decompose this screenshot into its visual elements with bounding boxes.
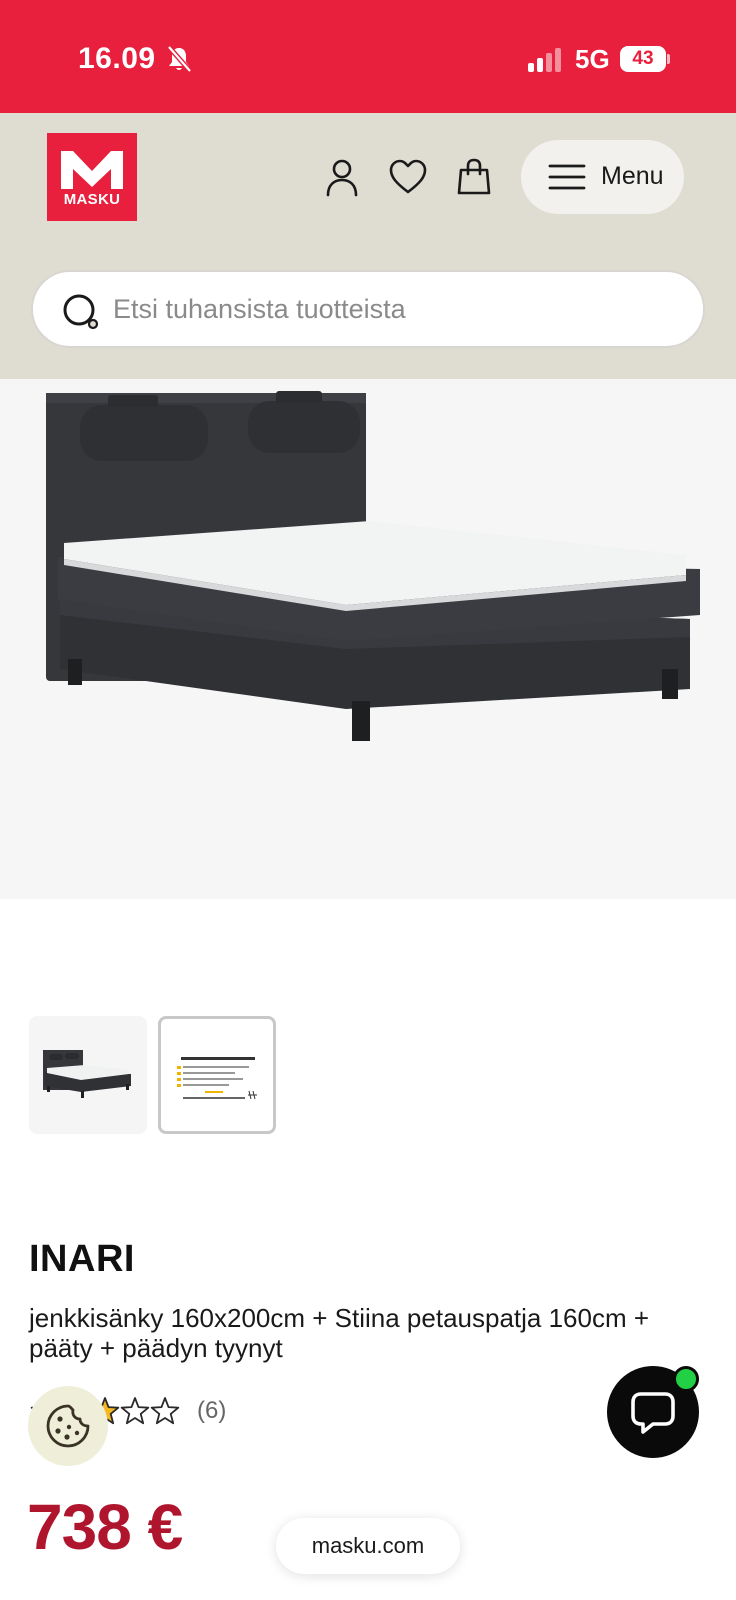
logo-text: MASKU — [63, 191, 121, 208]
info-card-thumbnail-image — [177, 1057, 257, 1100]
site-header: MASKU Menu — [0, 113, 736, 379]
hamburger-icon — [548, 164, 586, 190]
cookie-icon — [46, 1404, 90, 1448]
thumbnail-info-card[interactable] — [158, 1016, 276, 1134]
star-empty-icon — [150, 1397, 180, 1425]
signal-icon — [528, 48, 561, 72]
bed-thumbnail-image — [43, 1050, 131, 1098]
thumbnail-bed[interactable] — [29, 1016, 147, 1134]
bed-illustration — [46, 391, 700, 741]
network-type: 5G — [575, 44, 610, 74]
menu-label: Menu — [601, 162, 664, 190]
menu-button[interactable]: Menu — [521, 140, 684, 214]
status-bar: 16.09 5G 43 — [0, 0, 736, 113]
chat-online-indicator — [673, 1366, 699, 1392]
star-empty-icon — [120, 1397, 150, 1425]
logo-m-mark — [61, 151, 123, 189]
heart-icon[interactable] — [386, 155, 430, 199]
battery-icon: 43 — [620, 46, 670, 72]
product-price: 738 € — [27, 1491, 183, 1563]
cookie-settings-button[interactable] — [28, 1386, 108, 1466]
bag-icon[interactable] — [452, 155, 496, 199]
masku-logo[interactable]: MASKU — [47, 133, 137, 221]
product-main-image[interactable] — [0, 379, 736, 899]
chat-bubble-icon — [631, 1392, 675, 1434]
review-count[interactable]: (6) — [197, 1397, 226, 1425]
battery-level: 43 — [620, 46, 666, 72]
bell-muted-icon — [167, 45, 192, 73]
browser-url-bar[interactable]: masku.com — [276, 1518, 460, 1574]
product-description: jenkkisänky 160x200cm + Stiina petauspat… — [29, 1303, 650, 1363]
user-icon[interactable] — [320, 155, 364, 199]
search-icon — [63, 294, 99, 330]
product-brand: INARI — [29, 1238, 135, 1280]
search-input[interactable] — [113, 272, 673, 346]
status-time: 16.09 — [78, 42, 156, 75]
search-box[interactable] — [31, 270, 705, 348]
